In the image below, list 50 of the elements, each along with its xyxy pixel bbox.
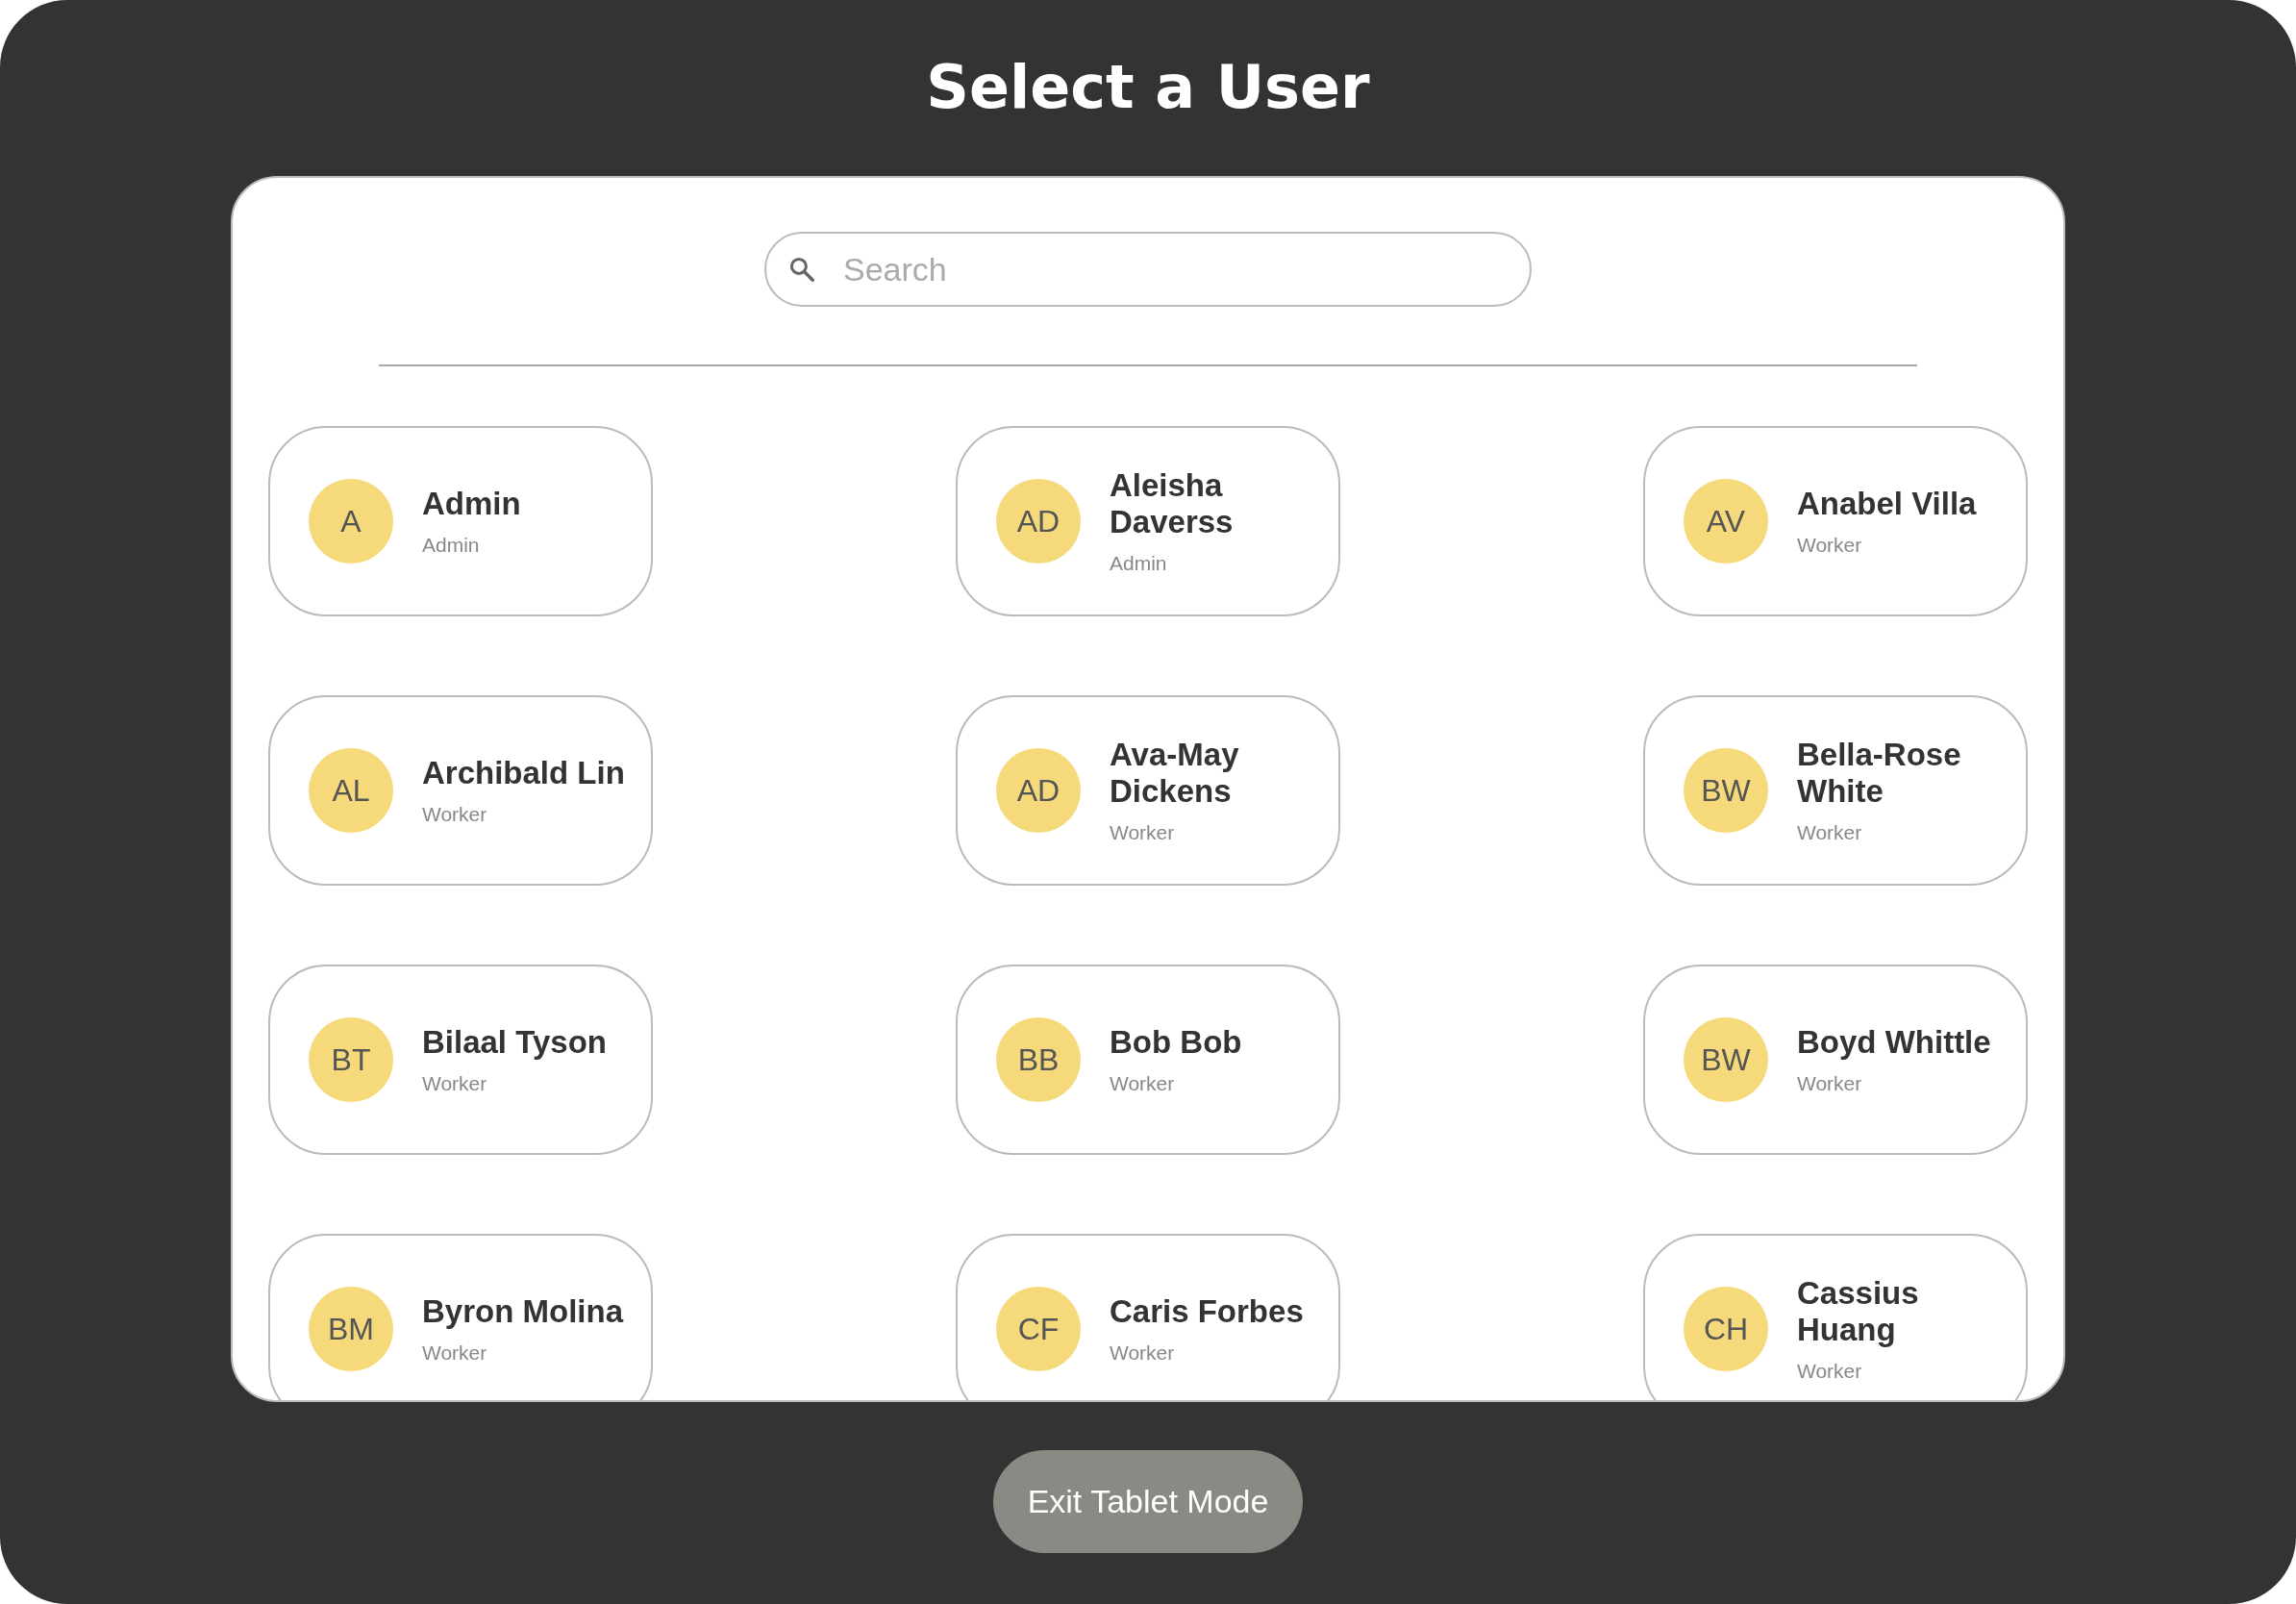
user-avatar: BM (309, 1287, 393, 1371)
user-card[interactable]: BB Bob Bob Worker (956, 965, 1340, 1155)
user-card[interactable]: BW Bella-Rose White Worker (1643, 695, 2028, 886)
user-name: Bella-Rose White (1797, 737, 1962, 810)
user-role: Worker (422, 1072, 488, 1095)
user-name: Ava-May Dickens (1110, 737, 1240, 810)
user-avatar: AV (1684, 479, 1768, 564)
user-name: Aleisha Daverss (1110, 467, 1235, 540)
user-role: Admin (422, 534, 481, 557)
user-role: Admin (1110, 552, 1168, 575)
search-field[interactable]: Search (764, 232, 1532, 307)
user-role: Worker (1110, 1072, 1176, 1095)
user-card[interactable]: AL Archibald Lin Worker (268, 695, 653, 886)
user-card[interactable]: BW Boyd Whittle Worker (1643, 965, 2028, 1155)
user-name: Cassius Huang (1797, 1275, 1920, 1348)
user-role: Worker (1110, 1341, 1176, 1365)
user-role: Worker (1797, 821, 1863, 844)
user-avatar: AD (996, 748, 1081, 833)
user-card[interactable]: AV Anabel Villa Worker (1643, 426, 2028, 616)
user-card[interactable]: A Admin Admin (268, 426, 653, 616)
user-avatar: A (309, 479, 393, 564)
user-name: Boyd Whittle (1797, 1024, 1991, 1061)
user-avatar: CF (996, 1287, 1081, 1371)
user-role: Worker (1797, 534, 1863, 557)
user-avatar: AD (996, 479, 1081, 564)
user-card[interactable]: CF Caris Forbes Worker (956, 1234, 1340, 1400)
user-card[interactable]: BM Byron Molina Worker (268, 1234, 653, 1400)
user-card[interactable]: AD Aleisha Daverss Admin (956, 426, 1340, 616)
user-card[interactable]: CH Cassius Huang Worker (1643, 1234, 2028, 1400)
user-name: Bilaal Tyson (422, 1024, 607, 1061)
user-role: Worker (422, 803, 488, 826)
page-title: Select a User (926, 51, 1370, 124)
user-role: Worker (1797, 1360, 1863, 1383)
user-role: Worker (1110, 821, 1176, 844)
user-name: Bob Bob (1110, 1024, 1242, 1061)
user-avatar: BB (996, 1017, 1081, 1102)
user-avatar: CH (1684, 1287, 1768, 1371)
user-name: Byron Molina (422, 1293, 623, 1330)
user-avatar: BW (1684, 1017, 1768, 1102)
user-avatar: BW (1684, 748, 1768, 833)
user-card[interactable]: AD Ava-May Dickens Worker (956, 695, 1340, 886)
user-role: Worker (1797, 1072, 1863, 1095)
user-avatar: BT (309, 1017, 393, 1102)
user-avatar: AL (309, 748, 393, 833)
user-card[interactable]: BT Bilaal Tyson Worker (268, 965, 653, 1155)
user-name: Anabel Villa (1797, 486, 1977, 522)
user-role: Worker (422, 1341, 488, 1365)
user-name: Admin (422, 486, 521, 522)
user-name: Archibald Lin (422, 755, 625, 791)
user-name: Caris Forbes (1110, 1293, 1304, 1330)
